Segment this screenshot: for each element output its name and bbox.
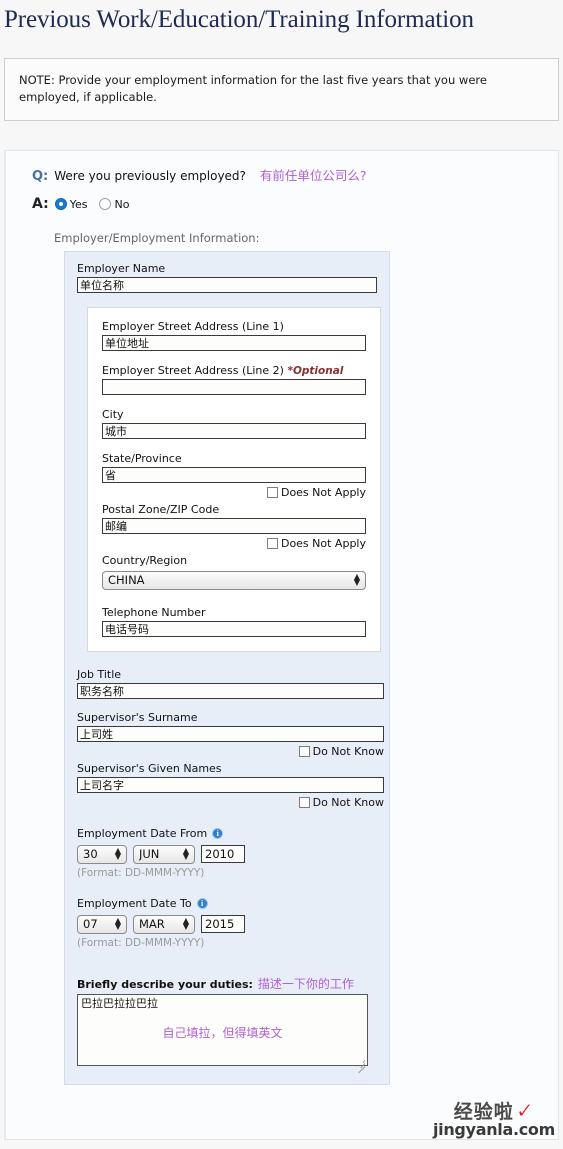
supervisor-given-names-field: Supervisor's Given Names Do Not Know (77, 762, 384, 809)
address-line2-label-text: Employer Street Address (Line 2) (102, 364, 284, 378)
employer-name-field: Employer Name (77, 262, 377, 294)
city-label: City (102, 408, 124, 422)
date-to-month-select[interactable]: MAR (133, 915, 195, 935)
state-does-not-apply-label: Does Not Apply (280, 486, 366, 500)
postal-field: Postal Zone/ZIP Code Does Not Apply (102, 503, 366, 550)
question-panel: Q: Were you previously employed? 有前任单位公司… (4, 150, 559, 1141)
supervisor-surname-do-not-know-row[interactable]: Do Not Know (77, 745, 384, 758)
date-to-month-wrapper[interactable]: MAR ▲ ▼ (133, 913, 195, 935)
employer-name-label: Employer Name (77, 262, 166, 276)
answer-marker: A: (32, 196, 49, 213)
employment-date-to-label: Employment Date To (77, 897, 192, 911)
employment-date-from-group: Employment Date From i 30 ▲ ▼ JUN ▲ ▼ 20… (77, 827, 377, 879)
date-from-month-select[interactable]: JUN (133, 845, 195, 865)
employer-information-block: Employer Name Employer Street Address (L… (64, 251, 390, 1086)
question-text: Were you previously employed? (54, 169, 246, 184)
duties-translation: 描述一下你的工作 (257, 977, 354, 992)
address-line2-label: Employer Street Address (Line 2) *Option… (102, 364, 366, 377)
employment-date-from-label: Employment Date From (77, 827, 208, 841)
question-marker: Q: (32, 169, 49, 185)
state-field: State/Province Does Not Apply (102, 452, 366, 499)
date-to-format-hint: (Format: DD-MMM-YYYY) (77, 937, 205, 950)
supervisor-surname-do-not-know-checkbox[interactable] (298, 746, 310, 758)
date-to-day-select[interactable]: 07 (77, 915, 127, 935)
supervisor-given-names-input[interactable] (77, 777, 384, 794)
employment-date-to-group: Employment Date To i 07 ▲ ▼ MAR ▲ ▼ 2015… (77, 897, 377, 949)
employer-name-input[interactable] (77, 277, 377, 294)
postal-does-not-apply-checkbox[interactable] (266, 538, 278, 550)
address-line2-optional-tag: *Optional (287, 365, 344, 378)
phone-label: Telephone Number (102, 606, 206, 620)
question-row: Q: Were you previously employed? 有前任单位公司… (16, 165, 548, 184)
country-select[interactable]: CHINA (102, 571, 366, 591)
address-line1-field: Employer Street Address (Line 1) (102, 320, 366, 352)
city-input[interactable] (102, 423, 366, 440)
page-title: Previous Work/Education/Training Informa… (4, 6, 474, 33)
duties-textarea-wrapper: 自己填拉，但得填英文 (77, 994, 368, 1074)
answer-row: A: Yes No (16, 196, 548, 212)
supervisor-surname-label: Supervisor's Surname (77, 711, 198, 725)
employer-address-block: Employer Street Address (Line 1) Employe… (87, 307, 381, 653)
address-line2-field: Employer Street Address (Line 2) *Option… (102, 364, 366, 396)
country-label: Country/Region (102, 554, 188, 568)
state-label: State/Province (102, 452, 182, 466)
radio-no-label: No (114, 197, 130, 211)
supervisor-surname-input[interactable] (77, 726, 384, 743)
radio-yes[interactable] (54, 198, 67, 211)
radio-group-previously-employed[interactable]: Yes No (54, 197, 139, 211)
question-translation: 有前任单位公司么? (259, 168, 367, 184)
postal-label: Postal Zone/ZIP Code (102, 503, 220, 517)
supervisor-given-names-do-not-know-row[interactable]: Do Not Know (77, 796, 384, 809)
postal-does-not-apply-label: Does Not Apply (280, 537, 366, 551)
radio-yes-label: Yes (69, 197, 88, 211)
employment-date-to-label-row: Employment Date To i (77, 897, 377, 910)
info-icon[interactable]: i (212, 828, 224, 840)
employment-details-block: Job Title Supervisor's Surname Do Not Kn… (77, 668, 384, 1074)
city-field: City (102, 408, 366, 440)
phone-input[interactable] (102, 621, 366, 638)
postal-does-not-apply-row[interactable]: Does Not Apply (102, 537, 366, 550)
supervisor-surname-field: Supervisor's Surname Do Not Know (77, 711, 384, 758)
employment-date-to-row: 07 ▲ ▼ MAR ▲ ▼ (77, 913, 377, 935)
state-does-not-apply-row[interactable]: Does Not Apply (102, 486, 366, 499)
supervisor-given-names-do-not-know-label: Do Not Know (312, 796, 384, 810)
employer-section-heading: Employer/Employment Information: (54, 231, 260, 246)
info-icon[interactable]: i (196, 898, 208, 910)
state-input[interactable] (102, 467, 366, 484)
supervisor-given-names-do-not-know-checkbox[interactable] (298, 797, 310, 809)
radio-no[interactable] (99, 198, 112, 211)
employment-date-from-row: 30 ▲ ▼ JUN ▲ ▼ (77, 843, 377, 865)
supervisor-given-names-label: Supervisor's Given Names (77, 762, 222, 776)
date-from-format-hint: (Format: DD-MMM-YYYY) (77, 867, 205, 880)
date-from-day-wrapper[interactable]: 30 ▲ ▼ (77, 843, 127, 865)
note-text: NOTE: Provide your employment informatio… (19, 73, 487, 104)
phone-field: Telephone Number (102, 606, 366, 638)
country-field: Country/Region CHINA ▲ ▼ (102, 554, 366, 591)
date-from-day-select[interactable]: 30 (77, 845, 127, 865)
address-line1-label: Employer Street Address (Line 1) (102, 320, 284, 334)
date-to-day-wrapper[interactable]: 07 ▲ ▼ (77, 913, 127, 935)
supervisor-surname-do-not-know-label: Do Not Know (312, 745, 384, 759)
address-line1-input[interactable] (102, 335, 366, 352)
state-does-not-apply-checkbox[interactable] (266, 487, 278, 499)
date-from-year-input[interactable] (201, 844, 245, 863)
date-from-month-wrapper[interactable]: JUN ▲ ▼ (133, 843, 195, 865)
duties-label: Briefly describe your duties: (77, 978, 253, 992)
postal-input[interactable] (102, 518, 366, 535)
job-title-input[interactable] (77, 683, 384, 700)
duties-field: Briefly describe your duties: 描述一下你的工作 自己… (77, 973, 377, 1074)
address-line2-input[interactable] (102, 379, 366, 396)
note-box: NOTE: Provide your employment informatio… (4, 58, 559, 122)
country-select-wrapper[interactable]: CHINA ▲ ▼ (102, 569, 366, 591)
duties-label-row: Briefly describe your duties: 描述一下你的工作 (77, 973, 377, 992)
employment-date-from-label-row: Employment Date From i (77, 827, 377, 840)
duties-textarea[interactable] (77, 994, 368, 1067)
date-to-year-input[interactable] (201, 914, 245, 933)
page-root: Previous Work/Education/Training Informa… (0, 0, 563, 1149)
job-title-label: Job Title (77, 668, 122, 682)
job-title-field: Job Title (77, 668, 384, 700)
